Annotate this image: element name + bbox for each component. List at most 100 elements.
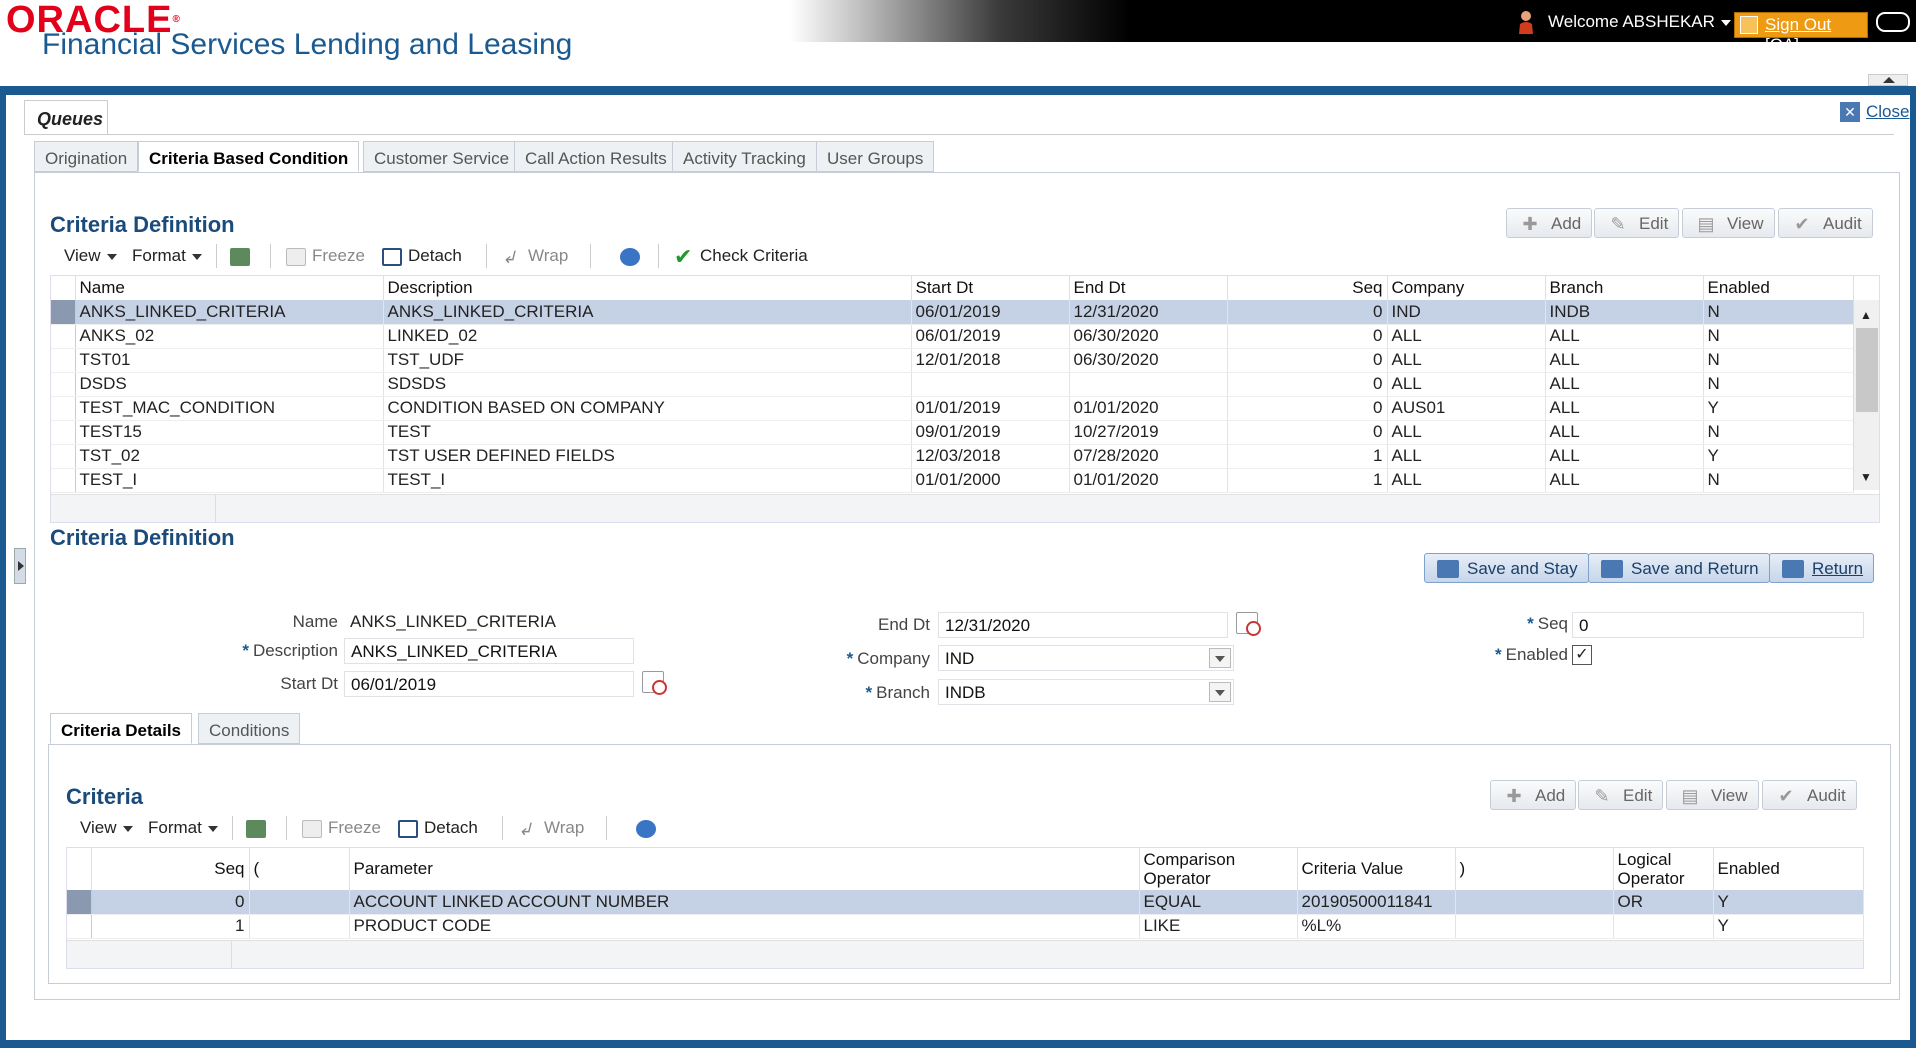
table-row[interactable]: DSDS SDSDS 0 ALL ALL N [51, 372, 1854, 397]
export-icon[interactable] [246, 818, 272, 838]
table-cell: 07/28/2020 [1069, 444, 1228, 469]
tab-criteria-based-condition[interactable]: Criteria Based Condition [138, 141, 360, 172]
table-row[interactable]: TST01 TST_UDF 12/01/2018 06/30/2020 0 ALL ALL N [51, 348, 1854, 373]
table-row[interactable]: TST_02 TST USER DEFINED FIELDS 12/03/2018 0… [51, 444, 1854, 469]
queues-tab[interactable]: Queues [24, 100, 108, 134]
add-button[interactable]: ✚ Add [1506, 208, 1593, 238]
refresh-icon[interactable] [636, 818, 662, 838]
seq-label: * Seq [1527, 614, 1568, 633]
table-row[interactable]: ANKS_LINKED_CRITERIA ANKS_LINKED_CRITERIA… [51, 300, 1854, 325]
col-header-company[interactable]: Company [1387, 276, 1546, 300]
enabled-checkbox[interactable]: ✓ [1572, 645, 1592, 665]
col-header-seq[interactable]: Seq [1227, 276, 1388, 300]
tab-activity-tracking[interactable]: Activity Tracking [672, 141, 817, 172]
col-header-enabled[interactable]: Enabled [1713, 848, 1864, 890]
seq-input[interactable]: 0 [1572, 612, 1864, 638]
edit-button[interactable]: ✎ Edit [1578, 780, 1664, 810]
export-icon[interactable] [230, 246, 256, 266]
format-menu[interactable]: Format [132, 246, 202, 266]
company-select[interactable]: IND [938, 645, 1234, 671]
col-header-parameter[interactable]: Parameter [349, 848, 1140, 890]
view-menu[interactable]: View [64, 246, 117, 266]
end-dt-input[interactable]: 12/31/2020 [938, 612, 1228, 638]
detach-button[interactable]: Detach [382, 246, 462, 266]
table-cell: 01/01/2019 [911, 396, 1070, 421]
col-header-criteria-value[interactable]: Criteria Value [1297, 848, 1456, 890]
wrap-button[interactable]: ↲ Wrap [502, 246, 568, 267]
table-cell: EQUAL [1139, 890, 1298, 915]
scroll-up-icon[interactable]: ▲ [1860, 308, 1872, 322]
view-button[interactable]: ▤ View [1682, 208, 1775, 238]
row-header[interactable] [51, 468, 76, 493]
table-row[interactable]: TEST_MAC_CONDITION CONDITION BASED ON COM… [51, 396, 1854, 421]
wrap-button[interactable]: ↲ Wrap [518, 818, 584, 839]
freeze-button[interactable]: Freeze [302, 818, 381, 838]
chevron-down-icon[interactable] [1209, 648, 1231, 668]
table-row[interactable]: ANKS_02 LINKED_02 06/01/2019 06/30/2020 0 ALL… [51, 324, 1854, 349]
table-cell: CONDITION BASED ON COMPANY [383, 396, 912, 421]
checkmark-icon: ✔ [1794, 214, 1810, 234]
calendar-icon[interactable] [642, 671, 667, 695]
row-header[interactable] [51, 324, 76, 349]
col-header-comparison-operator[interactable]: Comparison Operator [1139, 848, 1298, 890]
row-header[interactable] [67, 890, 92, 915]
audit-button[interactable]: ✔ Audit [1778, 208, 1873, 238]
tab-customer-service[interactable]: Customer Service [363, 141, 521, 172]
row-header[interactable] [67, 914, 92, 939]
divider [24, 134, 1894, 135]
view-menu[interactable]: View [80, 818, 133, 838]
format-menu[interactable]: Format [148, 818, 218, 838]
table-cell: ALL [1387, 348, 1546, 373]
detach-button[interactable]: Detach [398, 818, 478, 838]
check-criteria-button[interactable]: ✔ Check Criteria [674, 245, 808, 267]
col-header-branch[interactable]: Branch [1545, 276, 1704, 300]
save-and-stay-button[interactable]: Save and Stay [1424, 553, 1589, 583]
return-button[interactable]: Return [1769, 553, 1875, 583]
welcome-menu[interactable]: Welcome ABSHEKAR [1548, 12, 1731, 32]
col-header-open-paren[interactable]: ( [249, 848, 350, 890]
col-header-description[interactable]: Description [383, 276, 912, 300]
tab-criteria-details[interactable]: Criteria Details [50, 713, 192, 744]
col-header-seq[interactable]: Seq [91, 848, 250, 890]
edit-button[interactable]: ✎ Edit [1594, 208, 1680, 238]
calendar-icon[interactable] [1236, 612, 1261, 636]
add-button[interactable]: ✚ Add [1490, 780, 1577, 810]
end-dt-label: End Dt [878, 615, 930, 634]
tab-conditions[interactable]: Conditions [198, 713, 301, 744]
scroll-down-icon[interactable]: ▼ [1860, 470, 1872, 484]
col-header-close-paren[interactable]: ) [1455, 848, 1614, 890]
start-dt-input[interactable]: 06/01/2019 [344, 671, 634, 697]
col-header-start-dt[interactable]: Start Dt [911, 276, 1070, 300]
save-and-return-button[interactable]: Save and Return [1588, 553, 1770, 583]
side-panel-toggle[interactable] [14, 548, 26, 584]
freeze-button[interactable]: Freeze [286, 246, 365, 266]
row-header[interactable] [51, 444, 76, 469]
audit-button[interactable]: ✔ Audit [1762, 780, 1857, 810]
chevron-down-icon[interactable] [1209, 682, 1231, 702]
row-header[interactable] [51, 396, 76, 421]
col-header-name[interactable]: Name [75, 276, 384, 300]
table-row[interactable]: 0 ACCOUNT LINKED ACCOUNT NUMBER EQUAL 20190… [67, 890, 1864, 915]
close-button[interactable]: Close [1840, 102, 1909, 122]
chat-icon[interactable] [1876, 12, 1910, 32]
tab-call-action-results[interactable]: Call Action Results [514, 141, 678, 172]
col-header-logical-operator[interactable]: Logical Operator [1613, 848, 1714, 890]
tab-user-groups[interactable]: User Groups [816, 141, 935, 172]
table-row[interactable]: TEST_I TEST_I 01/01/2000 01/01/2020 1 ALL ALL N [51, 468, 1854, 493]
vertical-scrollbar[interactable]: ▲ ▼ [1853, 300, 1879, 490]
collapse-header-button[interactable] [1868, 74, 1908, 86]
branch-select[interactable]: INDB [938, 679, 1234, 705]
table-row[interactable]: TEST15 TEST 09/01/2019 10/27/2019 0 ALL ALL N [51, 420, 1854, 445]
scrollbar-thumb[interactable] [1856, 328, 1878, 412]
row-header[interactable] [51, 300, 76, 325]
col-header-enabled[interactable]: Enabled [1703, 276, 1854, 300]
row-header[interactable] [51, 372, 76, 397]
row-header[interactable] [51, 348, 76, 373]
refresh-icon[interactable] [620, 246, 646, 266]
description-input[interactable]: ANKS_LINKED_CRITERIA [344, 638, 634, 664]
tab-origination[interactable]: Origination [34, 141, 139, 172]
table-row[interactable]: 1 PRODUCT CODE LIKE %L% Y [67, 914, 1864, 939]
view-button[interactable]: ▤ View [1666, 780, 1759, 810]
col-header-end-dt[interactable]: End Dt [1069, 276, 1228, 300]
row-header[interactable] [51, 420, 76, 445]
